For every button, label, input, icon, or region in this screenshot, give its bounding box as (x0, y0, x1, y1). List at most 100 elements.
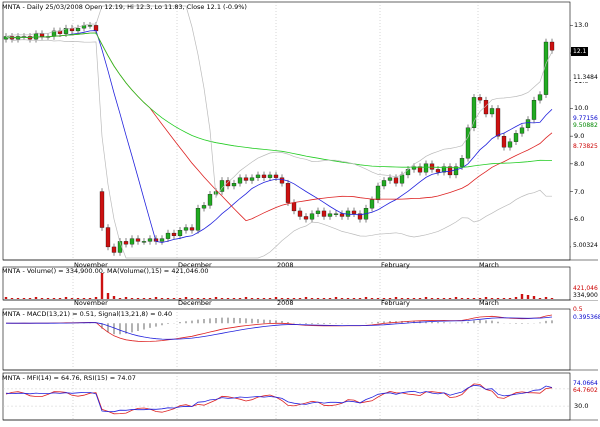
candle-down (171, 232, 177, 236)
volume-bar (40, 298, 44, 299)
volume-bar (454, 297, 458, 299)
volume-bar (142, 298, 146, 299)
volume-bar (34, 297, 38, 299)
volume-bar (28, 298, 32, 299)
volume-bar (136, 298, 140, 299)
price-tag: 11.3484 (571, 73, 600, 82)
candle-up (525, 119, 531, 128)
candle-down (39, 33, 45, 37)
volume-bar (124, 297, 128, 299)
volume-bar (430, 298, 434, 299)
candle-down (243, 177, 249, 181)
candle-up (201, 205, 207, 209)
macd-legend: MNTA - MACD(13,21) = 0.51, Signal(13,21,… (2, 310, 173, 318)
month-label-volume: November (74, 299, 108, 307)
candle-down (99, 191, 105, 228)
candle-down (273, 174, 279, 178)
volume-bar (358, 298, 362, 299)
volume-bar (100, 273, 104, 299)
volume-bar (238, 298, 242, 299)
volume-bar (544, 297, 548, 299)
volume-bar (148, 298, 152, 299)
volume-bar (52, 298, 56, 299)
candle-up (405, 169, 411, 176)
price-tag: 12.1 (571, 47, 589, 56)
volume-bar (322, 298, 326, 299)
volume-bar (364, 297, 368, 299)
volume-bar (442, 298, 446, 299)
mfi-legend: MNTA - MFI(14) = 64.76, RSI(15) = 74.07 (2, 374, 136, 382)
volume-bar (250, 298, 254, 299)
candle-up (471, 97, 477, 128)
volume-bar (166, 298, 170, 299)
oscillator-tag: 64.7602 (571, 386, 600, 395)
candle-down (501, 136, 507, 148)
candle-down (105, 227, 111, 248)
candle-up (423, 163, 429, 173)
candle-up (255, 174, 261, 178)
candle-down (321, 210, 327, 217)
volume-bar (16, 298, 20, 299)
month-label-price: November (74, 261, 108, 269)
candle-up (129, 238, 135, 245)
price-tick-label: 7.0 (574, 187, 585, 196)
candle-up (459, 158, 465, 167)
volume-bar (502, 298, 506, 299)
volume-bar (172, 298, 176, 299)
chart-canvas (2, 1, 598, 421)
volume-bar (370, 298, 374, 299)
volume-bar (310, 298, 314, 299)
candle-up (183, 227, 189, 231)
chart-title: MNTA - Daily 25/03/2008 Open 12.19, Hi 1… (2, 3, 247, 11)
volume-bar (64, 297, 68, 299)
volume-bar (244, 297, 248, 299)
volume-bar (232, 298, 236, 299)
volume-bar (418, 298, 422, 299)
candle-down (123, 241, 129, 245)
candle-down (285, 183, 291, 203)
candle-up (387, 177, 393, 181)
candle-up (315, 210, 321, 214)
volume-bar (256, 298, 260, 299)
candle-up (369, 199, 375, 209)
candle-up (33, 33, 39, 40)
volume-bar (526, 295, 530, 299)
month-label-volume: 2008 (277, 299, 294, 307)
month-label-price: December (178, 261, 212, 269)
candle-down (303, 216, 309, 220)
volume-bar (520, 294, 524, 299)
candle-down (435, 169, 441, 173)
candle-up (231, 183, 237, 187)
volume-bar (514, 297, 518, 299)
volume-bar (46, 298, 50, 299)
month-label-volume: March (479, 299, 499, 307)
candle-up (333, 213, 339, 215)
candle-up (165, 232, 171, 239)
volume-bar (316, 298, 320, 299)
candle-down (339, 213, 345, 217)
price-tag: 9.50882 (571, 121, 600, 130)
month-label-price: March (479, 261, 499, 269)
candle-up (519, 127, 525, 134)
candle-down (549, 41, 555, 51)
volume-bar (340, 298, 344, 299)
volume-bar (4, 297, 8, 299)
candle-up (327, 213, 333, 217)
candle-up (141, 241, 147, 243)
candle-down (429, 163, 435, 170)
candle-down (111, 246, 117, 253)
volume-bar (10, 298, 14, 299)
price-tick-label: 6.0 (574, 215, 585, 224)
volume-bar (226, 298, 230, 299)
candle-up (375, 185, 381, 200)
candle-up (381, 180, 387, 187)
candle-up (207, 194, 213, 206)
candle-down (93, 25, 99, 32)
candle-up (465, 127, 471, 159)
candle-up (75, 28, 81, 32)
candle-up (177, 230, 183, 236)
volume-bar (328, 298, 332, 299)
volume-bar (154, 297, 158, 299)
month-label-volume: December (178, 299, 212, 307)
candle-up (249, 177, 255, 181)
